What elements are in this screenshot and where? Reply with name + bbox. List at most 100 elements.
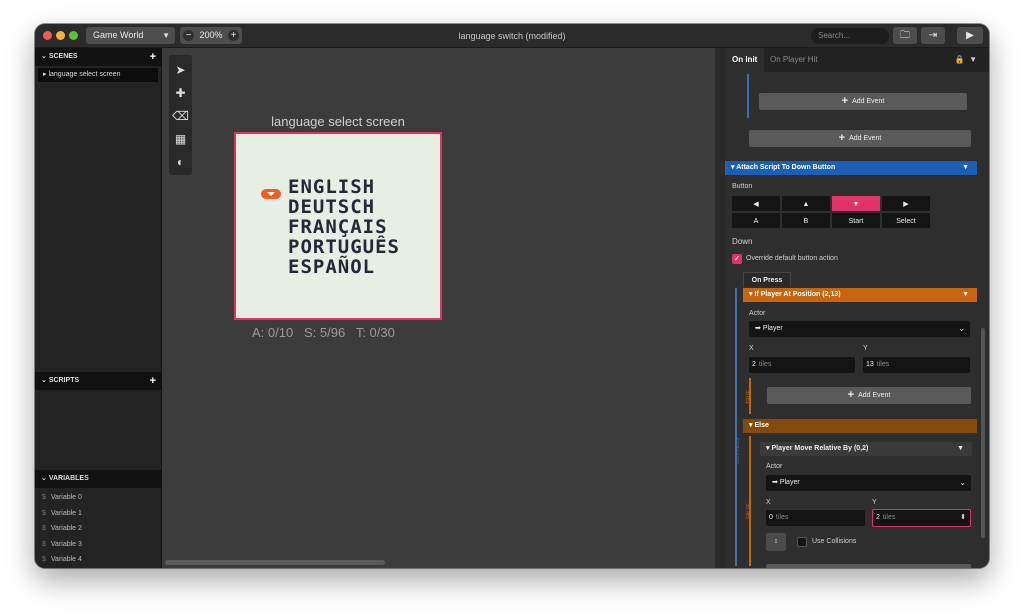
else-header[interactable]: ▾ Else [743,419,977,433]
up-button[interactable]: ▲ [781,195,831,212]
app-window: Game World ▼ − 200% + language switch (mo… [35,24,989,568]
language-option: ESPAÑOL [288,256,376,278]
add-script-button[interactable]: + [150,372,156,390]
variables-title: VARIABLES [48,475,89,482]
tab-on-init[interactable]: On Init [725,48,765,72]
language-option: ENGLISH [288,176,376,198]
select-tool-icon[interactable]: ➤ [169,59,192,81]
true-tag: TRUE [745,390,752,404]
variable-item[interactable]: $ Variable 0 [35,490,162,505]
scenes-header: ⌄ SCENES + [35,48,162,66]
arrow-right-icon: ➡ [772,479,778,486]
right-button[interactable]: ▶ [881,195,931,212]
variable-item[interactable]: $ Variable 4 [35,552,162,567]
move-actor-select[interactable]: ➡ Player ⌄ [766,475,971,491]
if-player-at-title: If Player At Position (2,13) [754,291,841,298]
play-button[interactable]: ▶ [957,27,983,44]
variable-name: Variable 4 [50,556,82,563]
vertical-arrows-icon: ↕ [774,538,778,545]
script-tabs: On Init On Player Hit 🔒 ▼ [725,48,989,72]
attach-script-header[interactable]: ▾ Attach Script To Down Button ▼ [725,161,977,175]
button-grid: ◀ ▲ ▼ ▶ A B Start Select [731,195,933,229]
chevron-down-icon: ⌄ [958,324,965,333]
add-event-button[interactable]: +Add Event [749,130,971,147]
tab-controls: 🔒 ▼ [955,48,977,72]
override-label: Override default button action [746,255,838,262]
chevron-down-icon[interactable]: ▼ [969,55,977,64]
false-tag: FALSE [745,503,752,519]
x-label: X [749,345,754,352]
language-option: PORTUGUÊS [288,236,400,258]
move-x-field[interactable]: 0 tiles [766,510,865,526]
left-sidebar: ⌄ SCENES + ▸ language select screen ⌄ SCR… [35,48,162,568]
down-button[interactable]: ▼ [831,195,881,212]
chevron-down-icon[interactable]: ▼ [962,288,969,302]
search-input[interactable]: Search... [811,28,889,44]
use-collisions-checkbox[interactable] [797,537,807,547]
x-label: X [766,499,771,506]
horizontal-scrollbar[interactable] [165,560,385,565]
actor-select[interactable]: ➡ Player ⌄ [749,321,970,337]
x-field[interactable]: 2 tiles [749,357,855,373]
variable-item[interactable]: $ Variable 1 [35,506,162,521]
eraser-tool-icon[interactable]: ⌫ [169,105,192,127]
add-event-button[interactable]: +Add Event [766,564,971,568]
open-folder-button[interactable]: 🗀 [893,27,917,44]
script-editor-panel: On Init On Player Hit 🔒 ▼ + Add Event + Ad… [725,48,989,568]
else-title: Else [754,422,769,429]
lock-icon[interactable]: 🔒 [955,55,965,64]
move-type-button[interactable]: ↕ [766,533,786,551]
stepper-icon[interactable]: ⬍ [960,510,966,526]
export-icon: ⇥ [928,30,938,41]
add-tool-icon[interactable]: ✚ [169,82,192,104]
collisions-tool-icon[interactable]: ▦ [169,128,192,150]
variable-item[interactable]: $ Variable 2 [35,521,162,536]
branch-line [747,74,749,118]
folder-icon: 🗀 [900,30,910,41]
language-option: DEUTSCH [288,196,376,218]
chevron-down-icon[interactable]: ▼ [962,161,969,175]
export-button[interactable]: ⇥ [921,27,945,44]
scene-preview[interactable]: ENGLISH DEUTSCH FRANÇAIS PORTUGUÊS ESPAÑ… [234,132,442,320]
override-checkbox[interactable]: ✓ [732,254,742,264]
scripts-title: SCRIPTS [48,377,80,384]
paint-tool-icon[interactable]: ◐ [169,151,192,173]
add-scene-button[interactable]: + [150,48,156,66]
y-field[interactable]: 13 tiles [863,357,970,373]
actor-label: Actor [749,310,766,317]
false-branch-line [749,436,751,566]
start-button[interactable]: Start [831,212,881,229]
y-label: Y [872,499,877,506]
add-event-button[interactable]: +Add Event [759,93,967,110]
actor-value: Player [762,325,783,332]
scene-title[interactable]: language select screen [238,114,438,129]
chevron-down-icon[interactable]: ▼ [957,442,964,456]
move-relative-title: Player Move Relative By (0,2) [771,445,869,452]
move-relative-header[interactable]: ▾ Player Move Relative By (0,2) ▼ [760,442,972,456]
move-actor-value: Player [779,479,800,486]
move-y-field[interactable]: 2 tiles ⬍ [872,509,971,527]
variable-name: Variable 0 [50,494,82,501]
a-button[interactable]: A [731,212,781,229]
if-player-at-header[interactable]: ▾ If Player At Position (2,13) ▼ [743,288,977,302]
variable-item[interactable]: $ Variable 3 [35,537,162,552]
add-event-button[interactable]: +Add Event [767,387,971,404]
chevron-down-icon: ⌄ [959,478,966,487]
tool-palette: ➤ ✚ ⌫ ▦ ◐ [169,55,192,175]
actor-label: Actor [766,463,783,470]
tab-on-press[interactable]: On Press [743,272,791,287]
left-button[interactable]: ◀ [731,195,781,212]
b-button[interactable]: B [781,212,831,229]
tab-on-player-hit[interactable]: On Player Hit [763,48,825,72]
editor-scrollbar[interactable] [981,328,985,538]
title-bar: Game World ▼ − 200% + language switch (mo… [35,24,989,48]
variable-name: Variable 2 [50,525,82,532]
world-canvas[interactable]: ➤ ✚ ⌫ ▦ ◐ language select screen ENGLISH… [162,48,725,568]
variable-name: Variable 3 [50,541,82,548]
scene-list-item[interactable]: ▸ language select screen [38,68,158,82]
branch-line [735,288,737,566]
scenes-title: SCENES [48,53,78,60]
panel-divider[interactable] [715,48,725,568]
y-label: Y [863,345,868,352]
select-button[interactable]: Select [881,212,931,229]
